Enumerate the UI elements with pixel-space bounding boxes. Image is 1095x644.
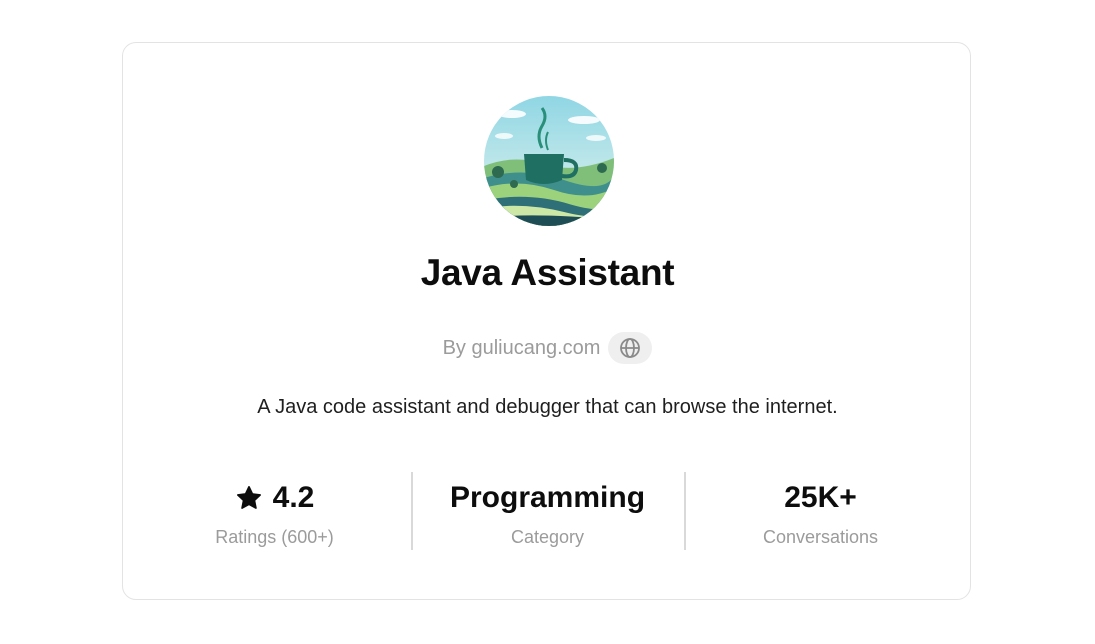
author-name: By guliucang.com — [442, 337, 601, 359]
rating-label: Ratings (600+) — [215, 527, 334, 547]
stat-rating: 4.2 Ratings (600+) — [138, 472, 411, 552]
globe-icon — [620, 338, 641, 358]
conversations-label: Conversations — [762, 527, 879, 547]
gpt-title: Java Assistant — [420, 252, 675, 293]
star-icon — [236, 486, 261, 509]
author-row: By guliucang.com — [0, 330, 1095, 366]
rating-value: 4.2 — [272, 481, 315, 514]
conversations-value: 25K+ — [784, 481, 857, 514]
gpt-description: A Java code assistant and debugger that … — [257, 396, 838, 418]
category-label: Category — [510, 527, 585, 547]
category-value: Programming — [449, 481, 646, 514]
stat-category: Programming Category — [411, 472, 684, 552]
gpt-avatar — [484, 96, 614, 226]
coffee-cup-landscape-icon — [484, 96, 614, 226]
stat-conversations: 25K+ Conversations — [684, 472, 957, 552]
stats-row: 4.2 Ratings (600+) Programming Category … — [138, 472, 959, 552]
website-link-button[interactable] — [608, 332, 653, 364]
